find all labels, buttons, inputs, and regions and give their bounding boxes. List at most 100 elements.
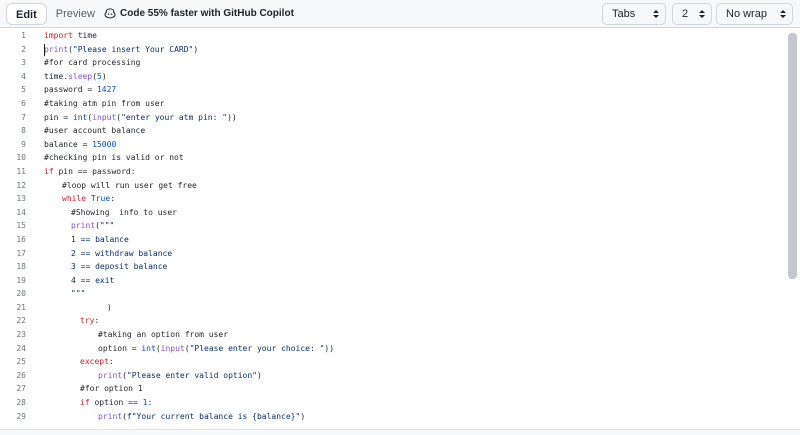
- code-token: ): [256, 370, 262, 380]
- code-line[interactable]: time.sleep(5): [44, 70, 784, 84]
- code-token: option ==: [89, 398, 143, 408]
- line-number: 15: [16, 221, 26, 231]
- code-token: #loop will run user get free: [62, 180, 197, 190]
- code-line[interactable]: #taking atm pin from user: [44, 97, 784, 111]
- code-token: ): [101, 71, 107, 81]
- code-token: :: [110, 194, 116, 204]
- code-area[interactable]: import time print("Please insert Your CAR…: [44, 29, 784, 423]
- code-token: )): [227, 112, 237, 122]
- code-token: 3 == deposit balance: [71, 262, 168, 272]
- code-line[interactable]: print("Please insert Your CARD"): [44, 43, 784, 57]
- code-token: """: [71, 289, 86, 299]
- code-token: print: [71, 221, 96, 231]
- code-line[interactable]: #loop will run user get free: [44, 179, 784, 193]
- line-number: 8: [21, 126, 26, 136]
- code-token: if: [80, 398, 90, 408]
- code-token: import: [44, 31, 73, 40]
- code-line[interactable]: option = int(input("Please enter your ch…: [44, 342, 784, 356]
- code-token: ): [300, 411, 306, 421]
- copilot-promo-text: Code 55% faster with GitHub Copilot: [120, 7, 294, 19]
- code-token: option =: [98, 343, 142, 353]
- line-number: 23: [16, 330, 26, 340]
- code-token: f"Your current balance is {balance}": [126, 411, 301, 421]
- edit-preview-toggle: Edit Preview: [6, 3, 104, 25]
- select-caret-icon: [653, 10, 659, 18]
- line-number: 24: [16, 343, 26, 353]
- code-line[interactable]: pin = int(input("enter your atm pin: ")): [44, 111, 784, 125]
- code-token: print: [44, 44, 69, 54]
- line-number: 18: [16, 262, 26, 272]
- line-number: 28: [16, 398, 26, 408]
- code-token: 15000: [92, 139, 117, 149]
- line-number: 6: [21, 98, 26, 108]
- code-token: int: [72, 112, 88, 122]
- code-token: password =: [44, 85, 97, 95]
- code-line[interactable]: 3 == deposit balance: [44, 260, 784, 274]
- code-token: input: [92, 112, 117, 122]
- vertical-scrollbar[interactable]: [788, 29, 797, 429]
- code-line[interactable]: 1 == balance: [44, 233, 784, 247]
- line-number: 11: [16, 166, 26, 176]
- indent-size-select[interactable]: 2: [672, 3, 712, 25]
- line-number: 14: [16, 207, 26, 217]
- code-line[interactable]: 4 == exit: [44, 274, 784, 288]
- code-token: #taking atm pin from user: [44, 98, 165, 108]
- line-number: 4: [21, 71, 26, 81]
- code-token: 1427: [96, 85, 117, 95]
- indent-mode-select[interactable]: Tabs: [602, 3, 666, 25]
- select-caret-icon: [699, 10, 705, 18]
- copilot-promo[interactable]: Code 55% faster with GitHub Copilot: [104, 7, 294, 19]
- line-number: 26: [16, 370, 26, 380]
- line-number: 16: [16, 234, 26, 244]
- editor-toolbar: Edit Preview Code 55% faster with GitHub…: [0, 0, 800, 28]
- copilot-icon: [104, 8, 116, 19]
- code-token: "Please insert Your CARD": [72, 44, 194, 54]
- code-line[interactable]: ): [44, 301, 784, 315]
- select-caret-icon: [780, 10, 786, 18]
- code-token: print: [98, 411, 123, 421]
- code-line[interactable]: balance = 15000: [44, 138, 784, 152]
- code-token: #Showing info to user: [71, 207, 177, 217]
- code-token: except: [80, 357, 109, 367]
- code-line[interactable]: password = 1427: [44, 83, 784, 97]
- code-line[interactable]: #checking pin is valid or not: [44, 151, 784, 165]
- line-number: 9: [21, 139, 26, 149]
- code-line[interactable]: #Showing info to user: [44, 206, 784, 220]
- code-line[interactable]: if option == 1:: [44, 396, 784, 410]
- code-editor[interactable]: 1 2 3 4 5 6 7 8 9 10 11 12 13 14 15 16 17 18 19 20 21 22 23 24 2…: [0, 29, 800, 429]
- indent-mode-value: Tabs: [612, 8, 636, 20]
- line-number: 7: [21, 112, 26, 122]
- code-line[interactable]: while True:: [44, 192, 784, 206]
- code-line[interactable]: #taking an option from user: [44, 328, 784, 342]
- code-line[interactable]: #user account balance: [44, 124, 784, 138]
- code-line[interactable]: except:: [44, 355, 784, 369]
- code-token: ): [107, 302, 112, 312]
- line-number: 20: [16, 289, 26, 299]
- wrap-mode-select[interactable]: No wrap: [716, 3, 793, 25]
- code-token: True: [90, 194, 111, 204]
- code-line[interactable]: 2 == withdraw balance: [44, 247, 784, 261]
- line-number: 22: [16, 316, 26, 326]
- code-token: if: [44, 166, 54, 176]
- code-line[interactable]: print(f"Your current balance is {balance…: [44, 410, 784, 424]
- tab-preview[interactable]: Preview: [47, 3, 104, 25]
- code-token: #checking pin is valid or not: [44, 153, 184, 163]
- line-number: 13: [16, 194, 26, 204]
- code-line[interactable]: print(""": [44, 219, 784, 233]
- code-line[interactable]: print("Please enter valid option"): [44, 369, 784, 383]
- code-line[interactable]: #for option 1: [44, 382, 784, 396]
- tab-edit[interactable]: Edit: [6, 3, 47, 25]
- horizontal-scrollbar[interactable]: [0, 429, 800, 435]
- line-number: 17: [16, 248, 26, 258]
- wrap-mode-value: No wrap: [726, 8, 767, 20]
- code-token: :: [108, 357, 114, 367]
- code-line[interactable]: try:: [44, 314, 784, 328]
- vertical-scrollbar-thumb[interactable]: [788, 33, 797, 279]
- code-line[interactable]: if pin == password:: [44, 165, 784, 179]
- code-line[interactable]: #for card processing: [44, 56, 784, 70]
- code-line[interactable]: import time: [44, 29, 784, 43]
- code-line[interactable]: """: [44, 287, 784, 301]
- code-token: pin =: [44, 112, 73, 122]
- code-token: "enter your atm pin: ": [121, 112, 228, 122]
- code-token: sleep: [68, 71, 93, 81]
